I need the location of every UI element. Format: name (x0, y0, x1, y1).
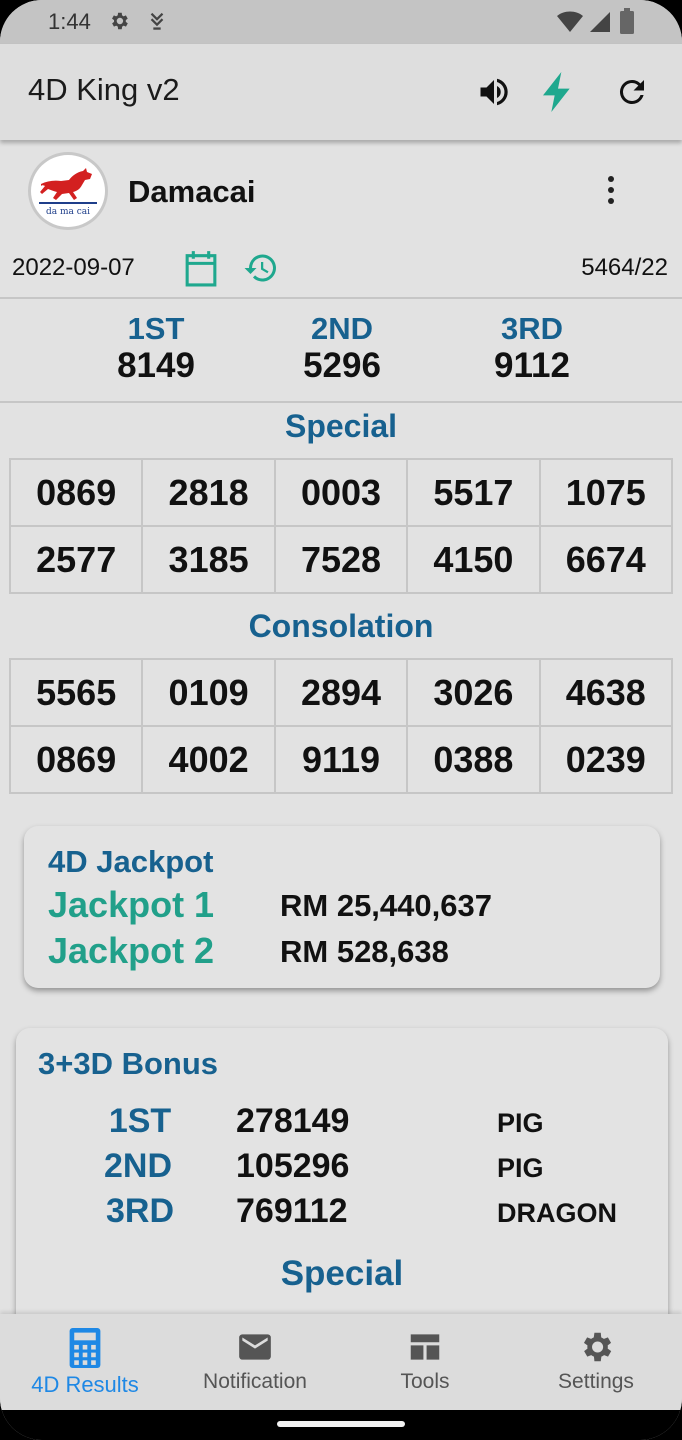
gesture-bar (0, 1410, 682, 1440)
mail-icon (239, 1334, 271, 1360)
nav-tools[interactable]: Tools (340, 1314, 510, 1410)
draw-date: 2022-09-07 (12, 254, 135, 281)
consolation-number: 0239 (540, 727, 673, 794)
special-number: 7528 (275, 527, 409, 594)
bonus-row-label: 3RD (105, 1192, 175, 1230)
provider-name: Damacai (128, 174, 256, 209)
nav-4d-results[interactable]: 4D Results (0, 1314, 170, 1410)
third-prize: 3RD 9112 (462, 312, 602, 386)
nav-label: Notification (203, 1370, 307, 1393)
consolation-number: 0869 (11, 727, 144, 794)
special-number: 4150 (408, 527, 541, 594)
second-prize: 2ND 5296 (272, 312, 412, 386)
calculator-icon (69, 1328, 101, 1368)
prize-label: 1ST (127, 311, 185, 346)
signal-icon (588, 10, 612, 39)
jackpot-card: 4D Jackpot Jackpot 1 RM 25,440,637 Jackp… (24, 826, 660, 988)
consolation-number: 5565 (11, 660, 144, 727)
bonus-row-label: 2ND (103, 1147, 173, 1185)
bonus-row-value: 769112 (236, 1192, 348, 1230)
bonus-row-animal: DRAGON (497, 1198, 617, 1228)
prize-value: 9112 (494, 346, 570, 385)
consolation-number: 0388 (408, 727, 541, 794)
consolation-number: 4002 (143, 727, 276, 794)
gear-icon (583, 1332, 612, 1362)
horse-icon (39, 167, 97, 204)
consolation-number: 0109 (143, 660, 276, 727)
divider (0, 297, 682, 299)
consolation-number: 9119 (275, 727, 409, 794)
prize-value: 8149 (117, 346, 195, 385)
special-title: Special (284, 408, 398, 444)
phone-screen: 1:44 4D King v2 da ma cai Damacai 2022-0… (0, 0, 682, 1440)
wifi-icon (556, 10, 584, 39)
bonus-title: 3+3D Bonus (38, 1046, 219, 1081)
damacai-logo: da ma cai (28, 152, 108, 230)
bottom-navigation: 4D Results Notification Tools Settings (0, 1314, 682, 1410)
special-number: 2818 (143, 460, 276, 527)
draw-number: 5464/22 (581, 254, 668, 281)
status-bar: 1:44 (0, 0, 682, 44)
jackpot-2-value: RM 528,638 (280, 934, 449, 969)
prize-value: 5296 (303, 346, 381, 385)
settings-icon (108, 10, 130, 37)
consolation-grid: 5565 0109 2894 3026 4638 0869 4002 9119 … (9, 658, 673, 794)
first-prize: 1ST 8149 (86, 312, 226, 386)
battery-icon (620, 8, 634, 39)
divider (0, 401, 682, 403)
consolation-number: 4638 (540, 660, 673, 727)
special-number: 0869 (11, 460, 144, 527)
bonus-row-label: 1ST (108, 1102, 172, 1140)
bonus-card: 3+3D Bonus 1ST 278149 PIG 2ND 105296 PIG… (16, 1028, 668, 1314)
bonus-special-title: Special (280, 1254, 404, 1293)
history-icon[interactable] (242, 250, 280, 291)
flash-icon[interactable] (536, 70, 580, 114)
special-number: 3185 (143, 527, 276, 594)
volume-icon[interactable] (472, 70, 516, 114)
status-time: 1:44 (48, 9, 91, 34)
calendar-icon[interactable] (182, 248, 220, 293)
bonus-row-value: 278149 (236, 1102, 350, 1140)
app-title: 4D King v2 (28, 72, 180, 107)
download-icon (146, 10, 168, 37)
logo-text: da ma cai (45, 206, 91, 217)
special-number: 5517 (408, 460, 541, 527)
prize-label: 3RD (500, 311, 563, 346)
results-content[interactable]: da ma cai Damacai 2022-09-07 5464/22 1ST… (0, 140, 682, 1314)
app-bar: 4D King v2 (0, 44, 682, 140)
bonus-row-animal: PIG (497, 1153, 544, 1183)
jackpot-2-label: Jackpot 2 (48, 930, 215, 971)
nav-label: 4D Results (31, 1372, 139, 1397)
bonus-row-animal: PIG (497, 1108, 544, 1138)
special-number: 2577 (11, 527, 144, 594)
more-options-icon[interactable] (596, 170, 626, 210)
special-number: 6674 (540, 527, 673, 594)
consolation-number: 3026 (408, 660, 541, 727)
special-number: 1075 (540, 460, 673, 527)
nav-settings[interactable]: Settings (511, 1314, 681, 1410)
nav-label: Tools (400, 1370, 450, 1393)
jackpot-1-value: RM 25,440,637 (280, 888, 492, 923)
jackpot-1-label: Jackpot 1 (48, 884, 215, 925)
refresh-icon[interactable] (610, 70, 654, 114)
home-gesture-handle[interactable] (277, 1421, 405, 1427)
prize-label: 2ND (310, 311, 373, 346)
nav-label: Settings (558, 1370, 634, 1393)
special-number: 0003 (275, 460, 409, 527)
table-icon (410, 1334, 440, 1360)
nav-notification[interactable]: Notification (170, 1314, 340, 1410)
jackpot-title: 4D Jackpot (48, 844, 214, 879)
special-grid: 0869 2818 0003 5517 1075 2577 3185 7528 … (9, 458, 673, 594)
consolation-number: 2894 (275, 660, 409, 727)
bonus-row-value: 105296 (236, 1147, 350, 1185)
consolation-title: Consolation (248, 608, 434, 644)
